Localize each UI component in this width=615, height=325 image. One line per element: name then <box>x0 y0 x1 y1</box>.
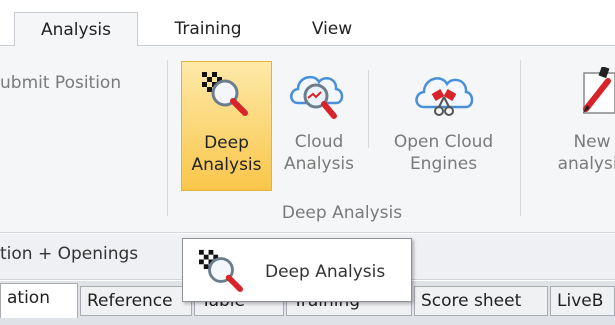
ribbon-panel: ubmit Position Deep Analysis Cloud Analy… <box>0 45 615 233</box>
cloud-analysis-button[interactable]: Cloud Analysis <box>274 61 364 191</box>
new-analysis-label-1: New <box>573 132 611 152</box>
tab-training[interactable]: Training <box>158 12 258 46</box>
open-cloud-engines-label-1: Open Cloud <box>393 132 494 152</box>
chess-magnifier-icon <box>202 72 248 116</box>
deep-analysis-label-2: Analysis <box>191 155 262 175</box>
ribbon-separator <box>368 70 369 148</box>
tab-analysis[interactable]: Analysis <box>14 12 138 46</box>
pane-tab-livebook[interactable]: LiveB <box>550 286 615 316</box>
pane-tab-notation[interactable]: ation <box>0 283 78 318</box>
new-analysis-icon <box>583 67 615 114</box>
pane-tab-score-sheet[interactable]: Score sheet <box>414 286 548 316</box>
ribbon-separator <box>167 60 168 216</box>
group-label-deep-analysis: Deep Analysis <box>281 203 403 223</box>
pane-tab-reference[interactable]: Reference <box>80 286 192 316</box>
tooltip: Deep Analysis <box>182 238 412 302</box>
cloud-magnifier-icon <box>290 75 344 119</box>
ribbon-separator <box>520 60 521 216</box>
tab-view[interactable]: View <box>292 12 372 46</box>
open-cloud-engines-label-2: Engines <box>409 154 478 174</box>
pane-title: tion + Openings <box>0 244 139 264</box>
cloud-analysis-label-2: Analysis <box>283 154 355 174</box>
cloud-engines-icon <box>415 77 474 116</box>
deep-analysis-label-1: Deep <box>204 133 249 153</box>
submit-position-button[interactable]: ubmit Position <box>0 72 121 94</box>
chess-magnifier-icon <box>199 249 243 292</box>
open-cloud-engines-button[interactable]: Open Cloud Engines <box>376 61 511 191</box>
tooltip-text: Deep Analysis <box>265 262 386 282</box>
new-analysis-button[interactable]: New analysis <box>530 61 615 191</box>
deep-analysis-button[interactable]: Deep Analysis <box>181 61 272 191</box>
ribbon-tab-strip: Analysis Training View <box>0 0 615 46</box>
new-analysis-label-2: analysis <box>557 154 615 174</box>
cloud-analysis-label-1: Cloud <box>294 132 344 152</box>
